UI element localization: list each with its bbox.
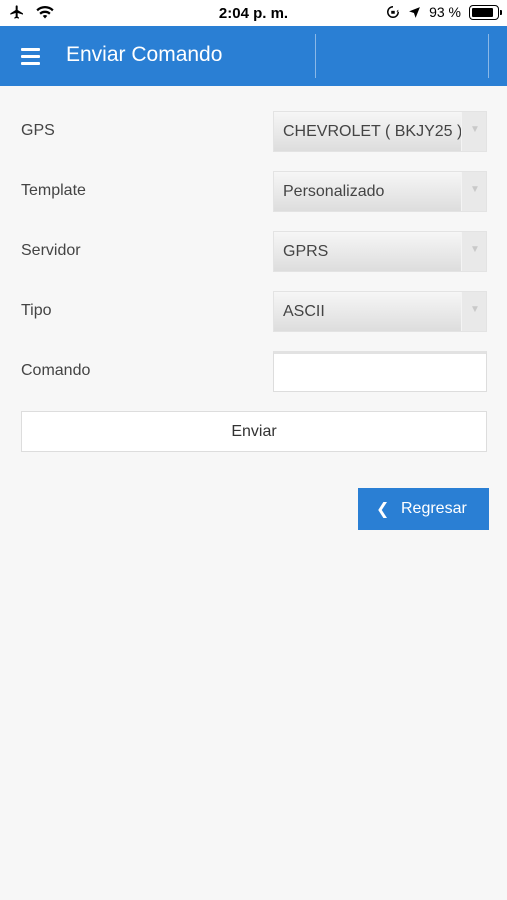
hamburger-menu-icon[interactable]: [21, 48, 40, 65]
status-bar: 2:04 p. m. 93 %: [0, 0, 507, 26]
gps-select[interactable]: CHEVROLET ( BKJY25 ) ▼: [273, 111, 487, 152]
back-button[interactable]: ❮ Regresar: [358, 488, 489, 530]
tipo-label: Tipo: [21, 302, 52, 319]
template-select[interactable]: Personalizado ▼: [273, 171, 487, 212]
servidor-label: Servidor: [21, 242, 81, 259]
comando-label: Comando: [21, 362, 91, 379]
servidor-row: Servidor GPRS ▼: [0, 231, 507, 272]
comando-row: Comando: [0, 351, 507, 392]
chevron-down-icon: ▼: [470, 304, 480, 315]
servidor-select-value: GPRS: [283, 243, 329, 260]
send-button[interactable]: Enviar: [21, 411, 487, 452]
chevron-down-icon: ▼: [470, 244, 480, 255]
orientation-lock-icon: [387, 6, 400, 18]
servidor-select-arrow: ▼: [461, 232, 486, 271]
tipo-select-arrow: ▼: [461, 292, 486, 331]
tipo-select-value: ASCII: [283, 303, 325, 320]
battery-percent: 93 %: [429, 4, 461, 20]
app-bar-divider: [488, 34, 489, 78]
gps-row: GPS CHEVROLET ( BKJY25 ) ▼: [0, 111, 507, 152]
chevron-left-icon: ❮: [376, 501, 390, 518]
location-arrow-icon: [409, 6, 420, 18]
template-row: Template Personalizado ▼: [0, 171, 507, 212]
app-bar-divider: [315, 34, 316, 78]
tipo-row: Tipo ASCII ▼: [0, 291, 507, 332]
gps-label: GPS: [21, 122, 55, 139]
chevron-down-icon: ▼: [470, 124, 480, 135]
template-select-value: Personalizado: [283, 183, 385, 200]
comando-input[interactable]: [273, 351, 487, 392]
battery-fill: [472, 7, 494, 17]
gps-select-arrow: ▼: [461, 112, 486, 151]
chevron-down-icon: ▼: [470, 184, 480, 195]
template-select-arrow: ▼: [461, 172, 486, 211]
gps-select-value: CHEVROLET ( BKJY25 ): [283, 123, 461, 140]
tipo-select[interactable]: ASCII ▼: [273, 291, 487, 332]
status-right-icons: 93 %: [386, 4, 502, 20]
template-label: Template: [21, 182, 86, 199]
app-bar: Enviar Comando: [0, 26, 507, 86]
battery-icon: [469, 4, 502, 20]
back-button-label: Regresar: [401, 500, 467, 517]
servidor-select[interactable]: GPRS ▼: [273, 231, 487, 272]
page-title: Enviar Comando: [66, 43, 223, 66]
